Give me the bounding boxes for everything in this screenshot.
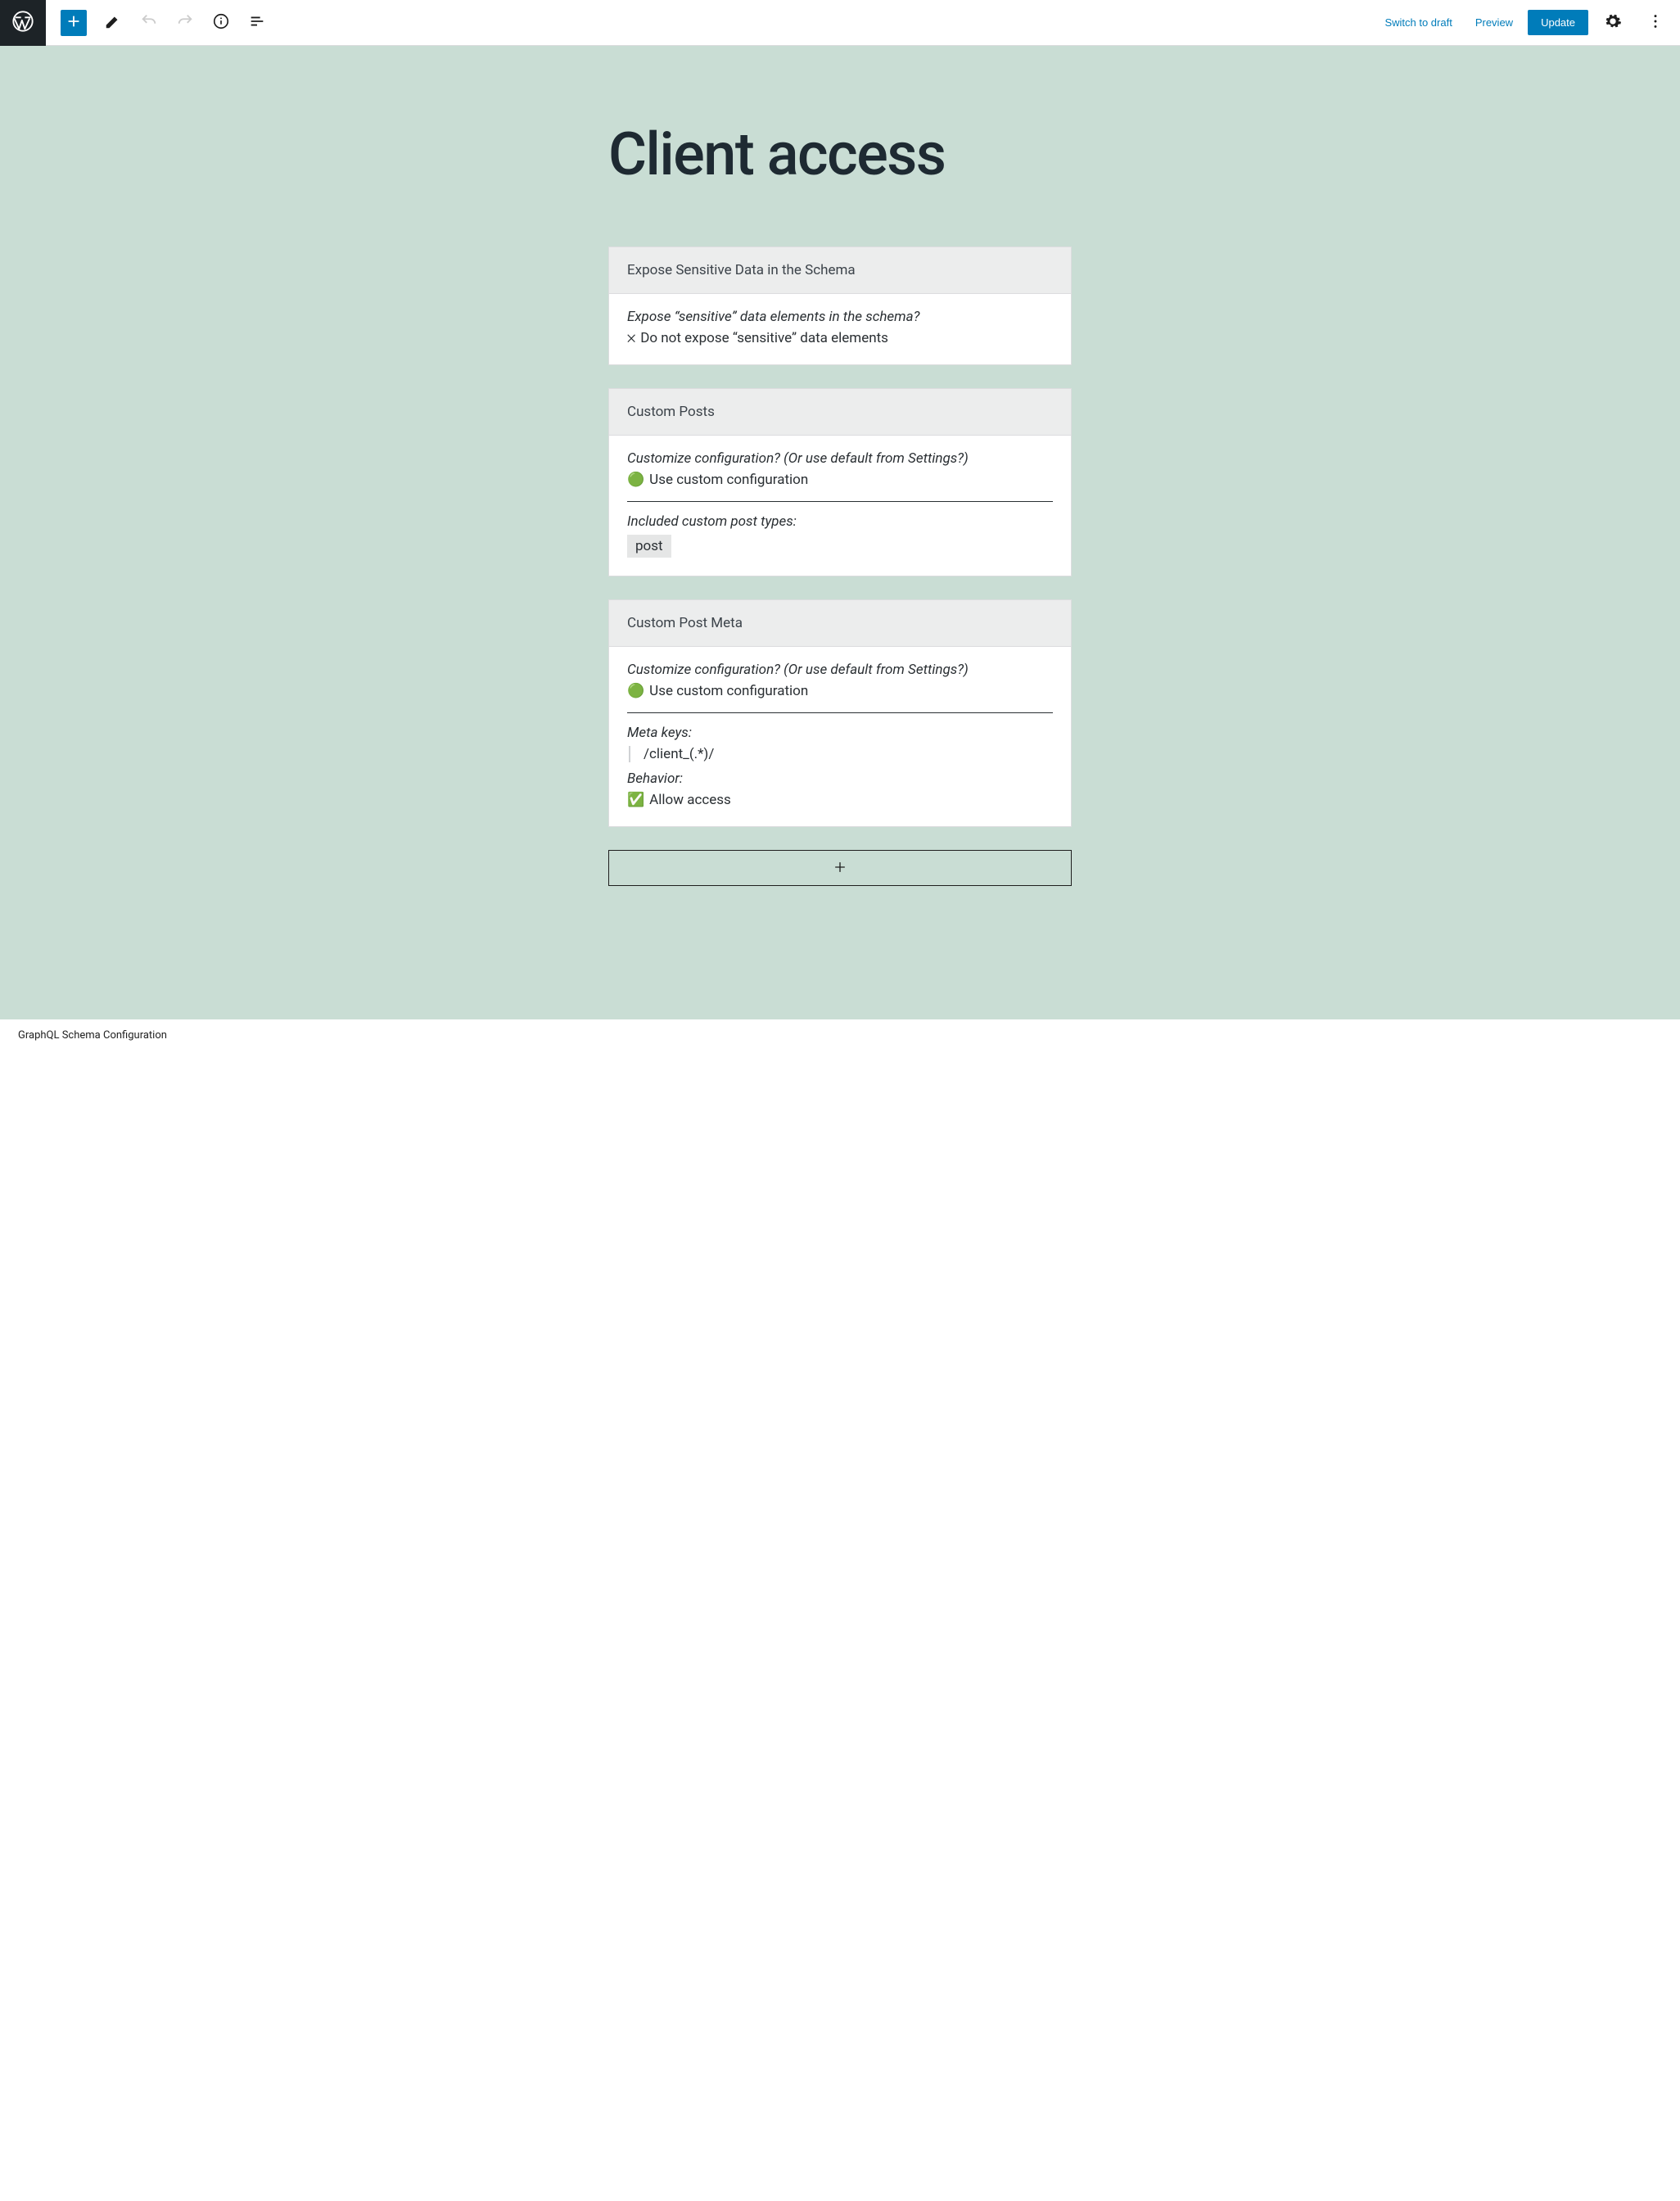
green-circle-icon: 🟢 xyxy=(627,472,644,488)
info-icon xyxy=(212,12,230,33)
block-header: Custom Posts xyxy=(609,389,1071,436)
divider xyxy=(627,712,1053,713)
post-type-chip: post xyxy=(627,535,671,558)
toolbar-left-group xyxy=(0,0,275,46)
answer-text: Do not expose “sensitive” data elements xyxy=(640,330,888,346)
switch-to-draft-button[interactable]: Switch to draft xyxy=(1376,10,1460,35)
wordpress-icon xyxy=(11,10,34,36)
answer-text: Use custom configuration xyxy=(649,472,808,488)
plus-icon xyxy=(65,12,83,33)
question-text: Customize configuration? (Or use default… xyxy=(627,450,1053,467)
edit-mode-button[interactable] xyxy=(98,8,128,38)
settings-button[interactable] xyxy=(1598,8,1628,38)
redo-button[interactable] xyxy=(170,8,200,38)
wordpress-logo-button[interactable] xyxy=(0,0,46,46)
preview-button[interactable]: Preview xyxy=(1467,10,1521,35)
undo-icon xyxy=(140,12,158,33)
update-button[interactable]: Update xyxy=(1528,10,1588,35)
behavior-text: Allow access xyxy=(649,792,731,808)
question-text: Expose “sensitive” data elements in the … xyxy=(627,309,1053,325)
pencil-icon xyxy=(104,12,122,33)
check-mark-icon: ✅ xyxy=(627,792,644,808)
footer-caption: GraphQL Schema Configuration xyxy=(0,1019,1680,1074)
page-title[interactable]: Client access xyxy=(608,120,1072,189)
editor-toolbar: Switch to draft Preview Update xyxy=(0,0,1680,46)
editor-canvas: Client access Expose Sensitive Data in t… xyxy=(0,46,1680,1019)
included-label: Included custom post types: xyxy=(627,513,1053,530)
redo-icon xyxy=(176,12,194,33)
cross-mark-icon: ❌ xyxy=(627,330,635,346)
more-menu-button[interactable] xyxy=(1641,8,1670,38)
document-outline-button[interactable] xyxy=(242,8,272,38)
plus-icon xyxy=(832,859,848,878)
answer-row: ❌ Do not expose “sensitive” data element… xyxy=(627,330,1053,346)
block-header: Expose Sensitive Data in the Schema xyxy=(609,247,1071,294)
green-circle-icon: 🟢 xyxy=(627,683,644,699)
gear-icon xyxy=(1604,12,1622,33)
block-expose-sensitive[interactable]: Expose Sensitive Data in the Schema Expo… xyxy=(608,246,1072,365)
block-header: Custom Post Meta xyxy=(609,600,1071,647)
answer-text: Use custom configuration xyxy=(649,683,808,699)
toolbar-right-group: Switch to draft Preview Update xyxy=(1376,8,1673,38)
divider xyxy=(627,501,1053,502)
behavior-row: ✅ Allow access xyxy=(627,792,1053,808)
question-text: Customize configuration? (Or use default… xyxy=(627,662,1053,678)
behavior-label: Behavior: xyxy=(627,771,1053,787)
add-block-button[interactable] xyxy=(61,10,87,36)
block-custom-posts[interactable]: Custom Posts Customize configuration? (O… xyxy=(608,388,1072,576)
block-custom-post-meta[interactable]: Custom Post Meta Customize configuration… xyxy=(608,599,1072,827)
undo-button[interactable] xyxy=(134,8,164,38)
outline-icon xyxy=(248,12,266,33)
meta-keys-label: Meta keys: xyxy=(627,725,1053,741)
meta-key-entry: /client_(.*)/ xyxy=(629,746,1053,762)
append-block-button[interactable] xyxy=(608,850,1072,886)
answer-row: 🟢 Use custom configuration xyxy=(627,683,1053,699)
document-info-button[interactable] xyxy=(206,8,236,38)
three-dots-icon xyxy=(1646,12,1664,33)
answer-row: 🟢 Use custom configuration xyxy=(627,472,1053,488)
